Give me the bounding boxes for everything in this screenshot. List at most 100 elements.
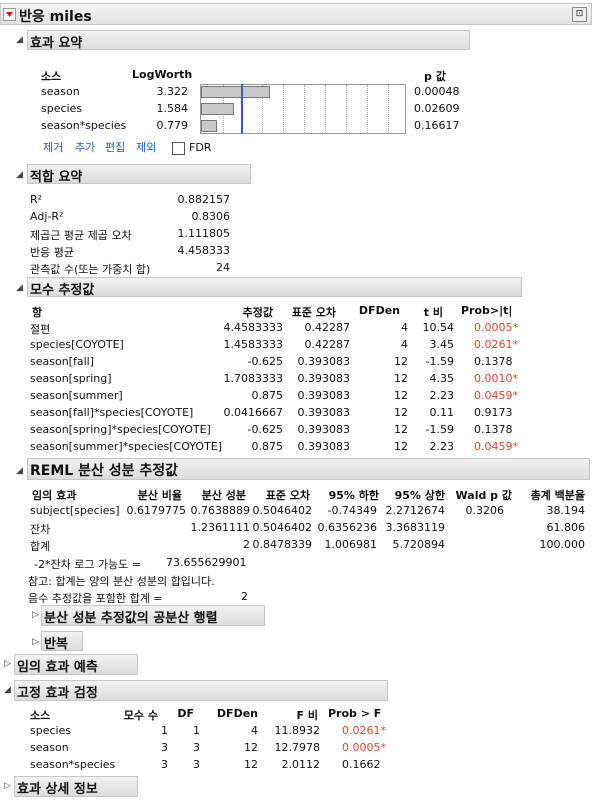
disclosure-open-icon[interactable]: ◢ bbox=[4, 685, 11, 695]
fixed-tests-title: 고정 효과 검정 bbox=[17, 686, 98, 701]
logworth-bar bbox=[201, 103, 234, 115]
reml-lower-95: 0.6356236 bbox=[317, 521, 378, 534]
fixed-source: season*species bbox=[30, 758, 116, 771]
col-var-comp: 분산 성분 bbox=[201, 489, 246, 502]
fit-label: R² bbox=[30, 193, 43, 206]
col-source: 소스 bbox=[30, 709, 51, 722]
col-random-effect: 임의 효과 bbox=[32, 489, 77, 502]
root-header[interactable]: 반응 miles ⊡ bbox=[0, 3, 592, 25]
fit-value: 24 bbox=[216, 261, 230, 274]
reml-std-error: 0.8478339 bbox=[252, 538, 313, 551]
effect-source: season*species bbox=[41, 119, 127, 132]
param-dfden: 12 bbox=[394, 372, 408, 385]
param-estimate: 0.875 bbox=[251, 389, 284, 402]
reml-lower-95: -0.74349 bbox=[327, 504, 377, 517]
col-std-error: 표준 오차 bbox=[291, 306, 336, 319]
effect-logworth: 3.322 bbox=[156, 85, 189, 98]
reml-pct-total: 38.194 bbox=[546, 504, 586, 517]
disclosure-closed-icon[interactable]: ▷ bbox=[32, 637, 39, 647]
reml-std-error: 0.5046402 bbox=[252, 521, 313, 534]
remove-link[interactable]: 제거 bbox=[43, 139, 63, 155]
param-prob: 0.1378 bbox=[474, 423, 513, 436]
reml-note: 참고: 합계는 양의 분산 성분의 합입니다. bbox=[28, 575, 215, 588]
param-term: season[fall] bbox=[30, 355, 94, 368]
disclosure-closed-icon[interactable]: ▷ bbox=[32, 610, 39, 620]
param-estimate: 4.4583333 bbox=[223, 321, 284, 334]
reml-effect: 합계 bbox=[30, 540, 51, 553]
param-t-ratio: 3.45 bbox=[429, 338, 455, 351]
param-prob: 0.1378 bbox=[474, 355, 513, 368]
param-dfden: 12 bbox=[394, 355, 408, 368]
param-prob: 0.0005* bbox=[474, 321, 518, 334]
effect-summary-header[interactable]: 효과 요약 bbox=[27, 30, 470, 51]
param-term: season[spring]*species[COYOTE] bbox=[30, 423, 211, 436]
collapse-box-icon[interactable]: ⊡ bbox=[572, 7, 587, 22]
fixed-source: species bbox=[30, 724, 72, 737]
param-estimate: 0.0416667 bbox=[223, 406, 284, 419]
fit-label: 관측값 수(또는 가중치 합) bbox=[30, 263, 151, 276]
disclosure-closed-icon[interactable]: ▷ bbox=[4, 781, 11, 791]
fixed-nparm: 3 bbox=[161, 758, 168, 771]
disclosure-open-icon[interactable]: ◢ bbox=[16, 466, 23, 476]
fixed-df: 3 bbox=[193, 741, 200, 754]
fit-label: Adj-R² bbox=[30, 210, 64, 223]
col-prob-f: Prob > F bbox=[328, 707, 382, 720]
param-dfden: 12 bbox=[394, 406, 408, 419]
param-std-error: 0.42287 bbox=[304, 321, 351, 334]
cov-matrix-header[interactable]: 분산 성분 추정값의 공분산 행렬 bbox=[41, 605, 265, 626]
param-t-ratio: -1.59 bbox=[425, 423, 454, 436]
fdr-checkbox[interactable] bbox=[172, 142, 185, 155]
disclosure-closed-icon[interactable]: ▷ bbox=[4, 659, 11, 669]
fixed-dfden: 12 bbox=[244, 741, 258, 754]
reml-upper-95: 3.3683119 bbox=[385, 521, 446, 534]
param-estimates-header[interactable]: 모수 추정값 bbox=[27, 277, 522, 298]
fixed-dfden: 12 bbox=[244, 758, 258, 771]
reml-wald-p: 0.3206 bbox=[465, 504, 505, 517]
param-estimate: 0.875 bbox=[251, 440, 284, 453]
disclosure-open-icon[interactable]: ◢ bbox=[16, 170, 23, 180]
edit-link[interactable]: 편집 bbox=[105, 139, 125, 155]
neg-total-label: 음수 추정값을 포함한 합계 = bbox=[28, 592, 163, 605]
effect-details-title: 효과 상세 정보 bbox=[17, 782, 98, 797]
param-dfden: 12 bbox=[394, 440, 408, 453]
fixed-f-ratio: 12.7978 bbox=[274, 741, 321, 754]
col-dfden: DFDen bbox=[216, 707, 258, 720]
fit-summary-header[interactable]: 적합 요약 bbox=[27, 164, 251, 185]
param-prob: 0.0459* bbox=[474, 440, 518, 453]
param-std-error: 0.393083 bbox=[297, 406, 351, 419]
add-link[interactable]: 추가 bbox=[75, 139, 95, 155]
fit-value: 1.111805 bbox=[177, 227, 231, 240]
red-triangle-menu-icon[interactable] bbox=[3, 8, 16, 21]
col-upper-95: 95% 상한 bbox=[394, 489, 445, 502]
iteration-title: 반복 bbox=[44, 637, 68, 652]
exclude-link[interactable]: 제외 bbox=[136, 139, 156, 155]
param-t-ratio: 2.23 bbox=[429, 440, 455, 453]
random-pred-header[interactable]: 임의 효과 예측 bbox=[14, 654, 138, 675]
param-std-error: 0.393083 bbox=[297, 372, 351, 385]
root-title: 반응 miles bbox=[19, 9, 92, 25]
col-wald-p: Wald p 값 bbox=[455, 489, 512, 502]
reml-header[interactable]: REML 분산 성분 추정값 bbox=[27, 458, 590, 480]
iteration-header[interactable]: 반복 bbox=[41, 631, 83, 652]
effect-source: species bbox=[41, 102, 83, 115]
disclosure-open-icon[interactable]: ◢ bbox=[16, 35, 23, 45]
effect-source: season bbox=[41, 85, 80, 98]
param-dfden: 12 bbox=[394, 389, 408, 402]
param-term: season[summer] bbox=[30, 389, 123, 402]
disclosure-open-icon[interactable]: ◢ bbox=[16, 283, 23, 293]
effect-p-value: 0.16617 bbox=[414, 119, 460, 132]
param-estimate: 1.4583333 bbox=[223, 338, 284, 351]
effect-p-value: 0.02609 bbox=[414, 102, 460, 115]
col-f-ratio: F 비 bbox=[296, 709, 318, 722]
fixed-tests-header[interactable]: 고정 효과 검정 bbox=[14, 680, 388, 701]
fit-value: 4.458333 bbox=[177, 244, 231, 257]
param-prob: 0.0459* bbox=[474, 389, 518, 402]
param-t-ratio: 4.35 bbox=[429, 372, 455, 385]
fixed-prob: 0.0005* bbox=[342, 741, 386, 754]
param-std-error: 0.393083 bbox=[297, 440, 351, 453]
reml-upper-95: 5.720894 bbox=[392, 538, 446, 551]
effect-details-header[interactable]: 효과 상세 정보 bbox=[14, 776, 138, 797]
random-pred-title: 임의 효과 예측 bbox=[17, 660, 98, 675]
col-source: 소스 bbox=[41, 70, 62, 83]
reml-upper-95: 2.2712674 bbox=[385, 504, 446, 517]
